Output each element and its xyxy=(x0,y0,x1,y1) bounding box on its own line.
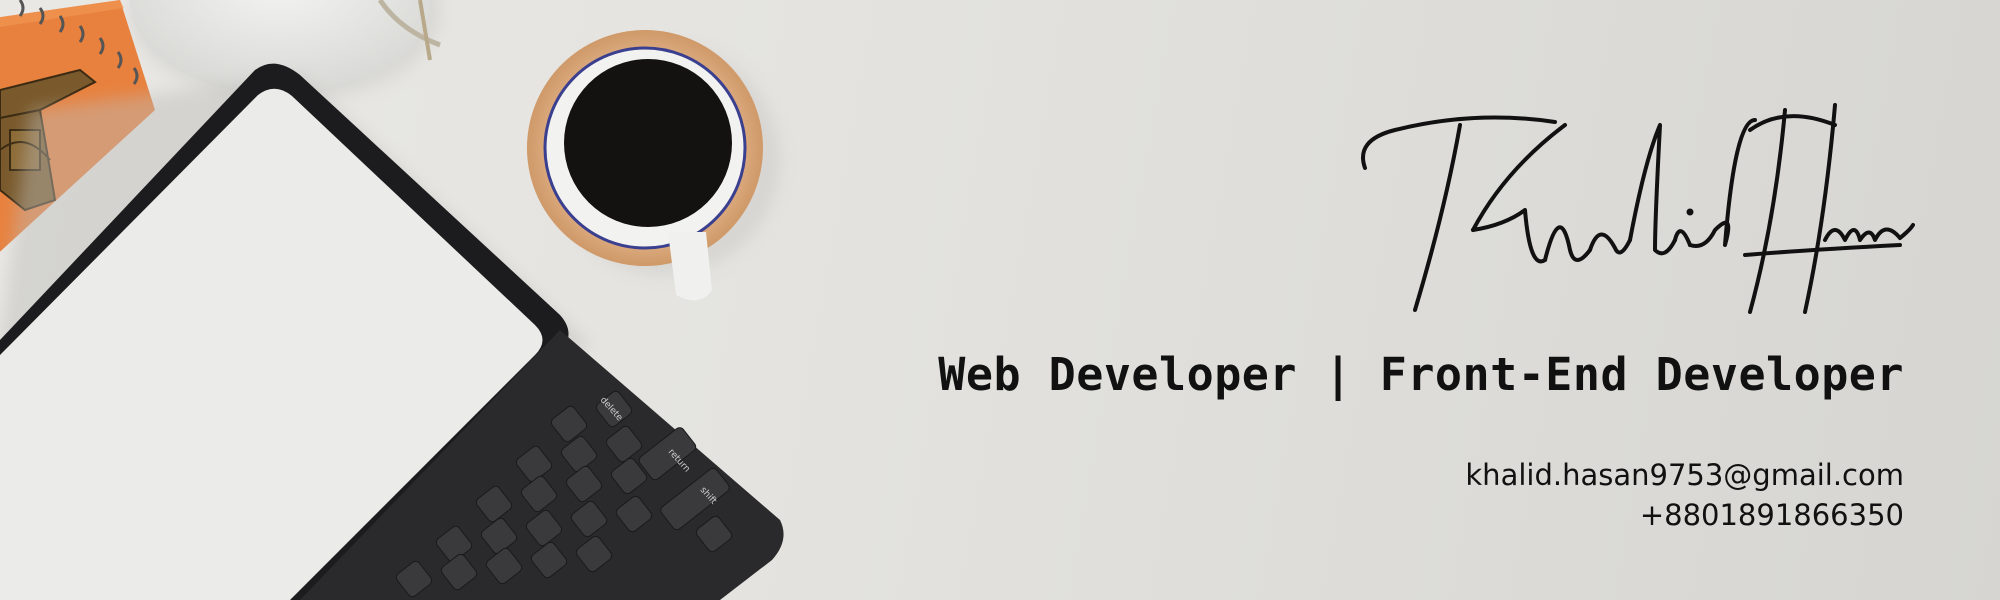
signature-name xyxy=(1355,100,1915,325)
coffee-cup-icon xyxy=(527,30,780,301)
phone-number[interactable]: +8801891866350 xyxy=(1465,495,1904,535)
profile-banner: delete return shift Web Developer | Fron… xyxy=(0,0,2000,600)
contact-info: khalid.hasan9753@gmail.com +880189186635… xyxy=(1465,455,1904,535)
email-address[interactable]: khalid.hasan9753@gmail.com xyxy=(1465,455,1904,495)
job-title: Web Developer | Front-End Developer xyxy=(938,348,1904,401)
signature-graphic xyxy=(1361,103,1915,314)
